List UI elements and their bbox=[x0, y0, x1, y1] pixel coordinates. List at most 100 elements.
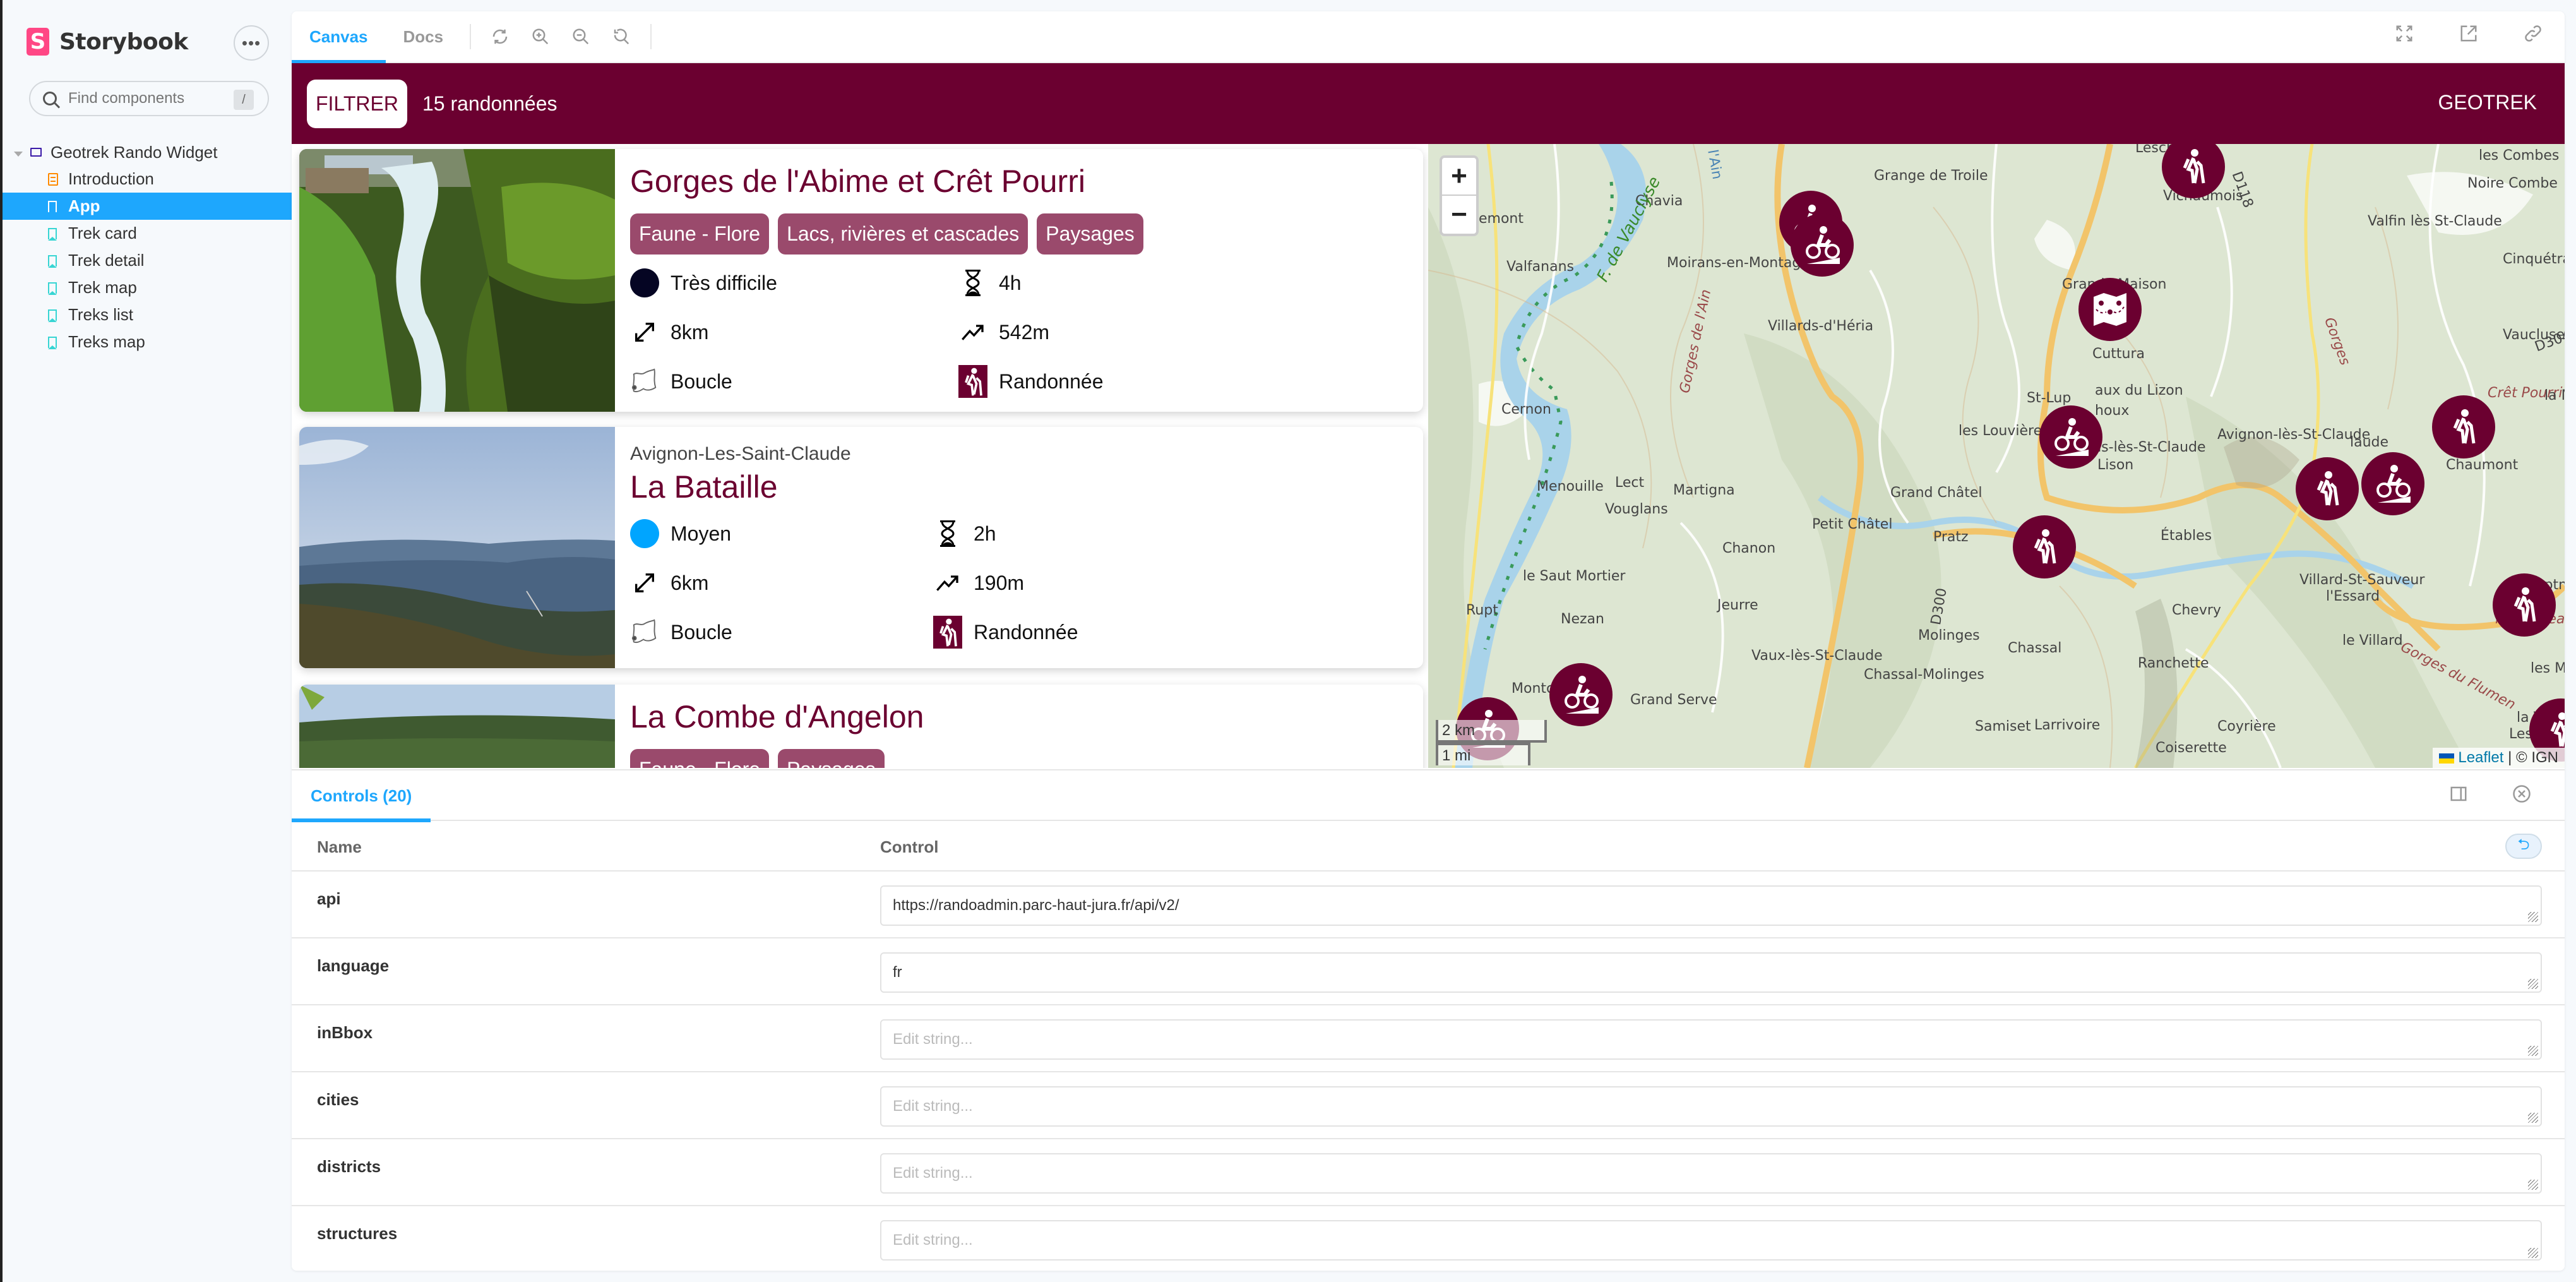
sidebar-item-trek-detail[interactable]: Trek detail bbox=[3, 247, 292, 274]
map-marker-bike[interactable] bbox=[1549, 663, 1613, 726]
addons-panel: Controls (20) Name Control ⮌ api https:/… bbox=[292, 769, 2565, 1271]
trek-length: 8km bbox=[630, 318, 958, 347]
length-arrow-icon bbox=[630, 568, 659, 597]
trek-list[interactable]: Gorges de l'Abime et Crêt Pourri Faune -… bbox=[292, 144, 1428, 768]
sidebar-item-label: Treks map bbox=[68, 332, 145, 351]
trek-tags: Faune - Flore Paysages bbox=[630, 749, 1408, 768]
control-row-districts: districts bbox=[292, 1139, 2565, 1206]
fullscreen-icon[interactable] bbox=[2395, 24, 2414, 43]
map-label: Coiserette bbox=[2156, 740, 2227, 756]
map-label: Cuttura bbox=[2092, 346, 2145, 362]
trek-tag: Faune - Flore bbox=[630, 749, 770, 768]
map-marker-bike[interactable] bbox=[1791, 213, 1854, 277]
reset-controls-button[interactable]: ⮌ bbox=[2505, 834, 2542, 859]
trek-title[interactable]: La Bataille bbox=[630, 469, 1408, 505]
hiker-icon bbox=[2453, 409, 2476, 444]
app-header: FILTRER 15 randonnées GEOTREK bbox=[292, 63, 2565, 144]
map-label: Cernon bbox=[1501, 402, 1551, 417]
inbbox-field[interactable] bbox=[880, 1019, 2542, 1060]
more-options-button[interactable]: ••• bbox=[234, 25, 269, 61]
map-zoom-control: + − bbox=[1440, 155, 1479, 236]
structures-field[interactable] bbox=[880, 1220, 2542, 1261]
map-label: Chevry bbox=[2172, 602, 2221, 618]
hiker-icon bbox=[933, 616, 962, 649]
trek-length: 6km bbox=[630, 568, 933, 597]
zoom-out-button[interactable]: − bbox=[1442, 196, 1476, 234]
trek-card-body: Avignon-Les-Saint-Claude La Bataille Moy… bbox=[615, 427, 1423, 668]
search-box[interactable]: / bbox=[29, 81, 269, 116]
map-label: Avignon-lès-St-Claude bbox=[2217, 427, 2371, 443]
cities-field[interactable] bbox=[880, 1086, 2542, 1127]
trek-practice: Randonnée bbox=[933, 616, 1261, 649]
sidebar-item-app[interactable]: App bbox=[3, 193, 292, 220]
map-marker-itinerary[interactable] bbox=[2078, 278, 2142, 341]
trek-card[interactable]: Gorges de l'Abime et Crêt Pourri Faune -… bbox=[299, 149, 1423, 412]
map-label: Jeurre bbox=[1717, 597, 1758, 613]
map-label: Grange de Troile bbox=[1874, 168, 1988, 184]
tab-docs[interactable]: Docs bbox=[386, 11, 462, 63]
tab-canvas[interactable]: Canvas bbox=[292, 11, 386, 64]
zoom-reset-icon[interactable] bbox=[612, 27, 631, 46]
map-label: Martigna bbox=[1673, 482, 1735, 498]
leaflet-link[interactable]: Leaflet bbox=[2458, 749, 2503, 766]
map-label: le Saut Mortier bbox=[1523, 568, 1626, 584]
scale-km: 2 km bbox=[1436, 720, 1547, 743]
map-label: Menouille bbox=[1537, 479, 1604, 494]
zoom-out-icon[interactable] bbox=[571, 27, 590, 46]
treks-map[interactable]: Chavia emont Valfanans Moirans-en-Montag… bbox=[1428, 144, 2565, 768]
control-name: cities bbox=[317, 1090, 359, 1109]
map-marker-hike[interactable] bbox=[2432, 395, 2495, 458]
mountain-bike-icon bbox=[2054, 418, 2089, 456]
map-label: Grand Serve bbox=[1630, 692, 1717, 708]
route-label: Boucle bbox=[671, 369, 732, 393]
map-label: Cinquétral bbox=[2503, 251, 2565, 267]
tree-group-geotrek-rando-widget[interactable]: Geotrek Rando Widget bbox=[3, 139, 292, 165]
hiker-icon bbox=[958, 365, 987, 398]
zoom-in-button[interactable]: + bbox=[1442, 158, 1476, 196]
districts-field[interactable] bbox=[880, 1153, 2542, 1194]
filter-button[interactable]: FILTRER bbox=[307, 79, 407, 128]
control-name: structures bbox=[317, 1224, 398, 1243]
mountain-bike-icon bbox=[2376, 465, 2411, 503]
trek-tag: Faune - Flore bbox=[630, 213, 770, 255]
route-label: Boucle bbox=[671, 620, 732, 644]
sidebar: S Storybook ••• / Geotrek Rando Widget I… bbox=[0, 0, 292, 1282]
trek-image bbox=[299, 685, 615, 768]
map-marker-hike[interactable] bbox=[2493, 573, 2556, 637]
preview-panel: Canvas Docs FILTRER 15 randonnées GEOTRE… bbox=[292, 11, 2565, 1271]
control-row-api: api https://randoadmin.parc-haut-jura.fr… bbox=[292, 872, 2565, 938]
map-marker-hike[interactable] bbox=[2296, 457, 2359, 520]
trek-card[interactable]: Avignon-Les-Saint-Claude La Bataille Moy… bbox=[299, 427, 1423, 668]
map-marker-bike[interactable] bbox=[2039, 405, 2102, 469]
trek-title[interactable]: Gorges de l'Abime et Crêt Pourri bbox=[630, 163, 1408, 200]
close-panel-icon[interactable] bbox=[2512, 784, 2531, 803]
panel-orientation-icon[interactable] bbox=[2449, 784, 2468, 803]
story-icon bbox=[48, 282, 57, 295]
hiker-icon bbox=[2183, 149, 2205, 184]
brand-name: Storybook bbox=[59, 28, 188, 55]
copy-link-icon[interactable] bbox=[2524, 24, 2543, 43]
sidebar-item-label: Trek card bbox=[68, 224, 137, 243]
map-label: Rupt bbox=[1466, 602, 1498, 618]
trek-card[interactable]: La Combe d'Angelon Faune - Flore Paysage… bbox=[299, 685, 1423, 768]
sidebar-item-treks-map[interactable]: Treks map bbox=[3, 328, 292, 356]
sidebar-item-trek-map[interactable]: Trek map bbox=[3, 274, 292, 301]
map-label: la Main Mo bbox=[2544, 388, 2565, 404]
api-field[interactable]: https://randoadmin.parc-haut-jura.fr/api… bbox=[880, 885, 2542, 926]
storybook-brand[interactable]: S Storybook bbox=[27, 28, 188, 56]
trek-title[interactable]: La Combe d'Angelon bbox=[630, 698, 1408, 735]
map-marker-hike[interactable] bbox=[2013, 515, 2076, 578]
trek-tags: Faune - Flore Lacs, rivières et cascades… bbox=[630, 213, 1408, 255]
sidebar-item-trek-card[interactable]: Trek card bbox=[3, 220, 292, 247]
sidebar-item-treks-list[interactable]: Treks list bbox=[3, 301, 292, 328]
open-new-tab-icon[interactable] bbox=[2459, 24, 2478, 43]
zoom-in-icon[interactable] bbox=[531, 27, 550, 46]
sidebar-item-introduction[interactable]: Introduction bbox=[3, 165, 292, 193]
search-input[interactable] bbox=[68, 90, 226, 107]
ukraine-flag-icon bbox=[2439, 753, 2455, 764]
map-marker-bike[interactable] bbox=[2361, 452, 2424, 515]
folded-map-icon bbox=[2094, 293, 2126, 326]
reload-icon[interactable] bbox=[491, 27, 510, 46]
language-field[interactable]: fr bbox=[880, 952, 2542, 993]
tab-controls[interactable]: Controls (20) bbox=[292, 770, 431, 822]
